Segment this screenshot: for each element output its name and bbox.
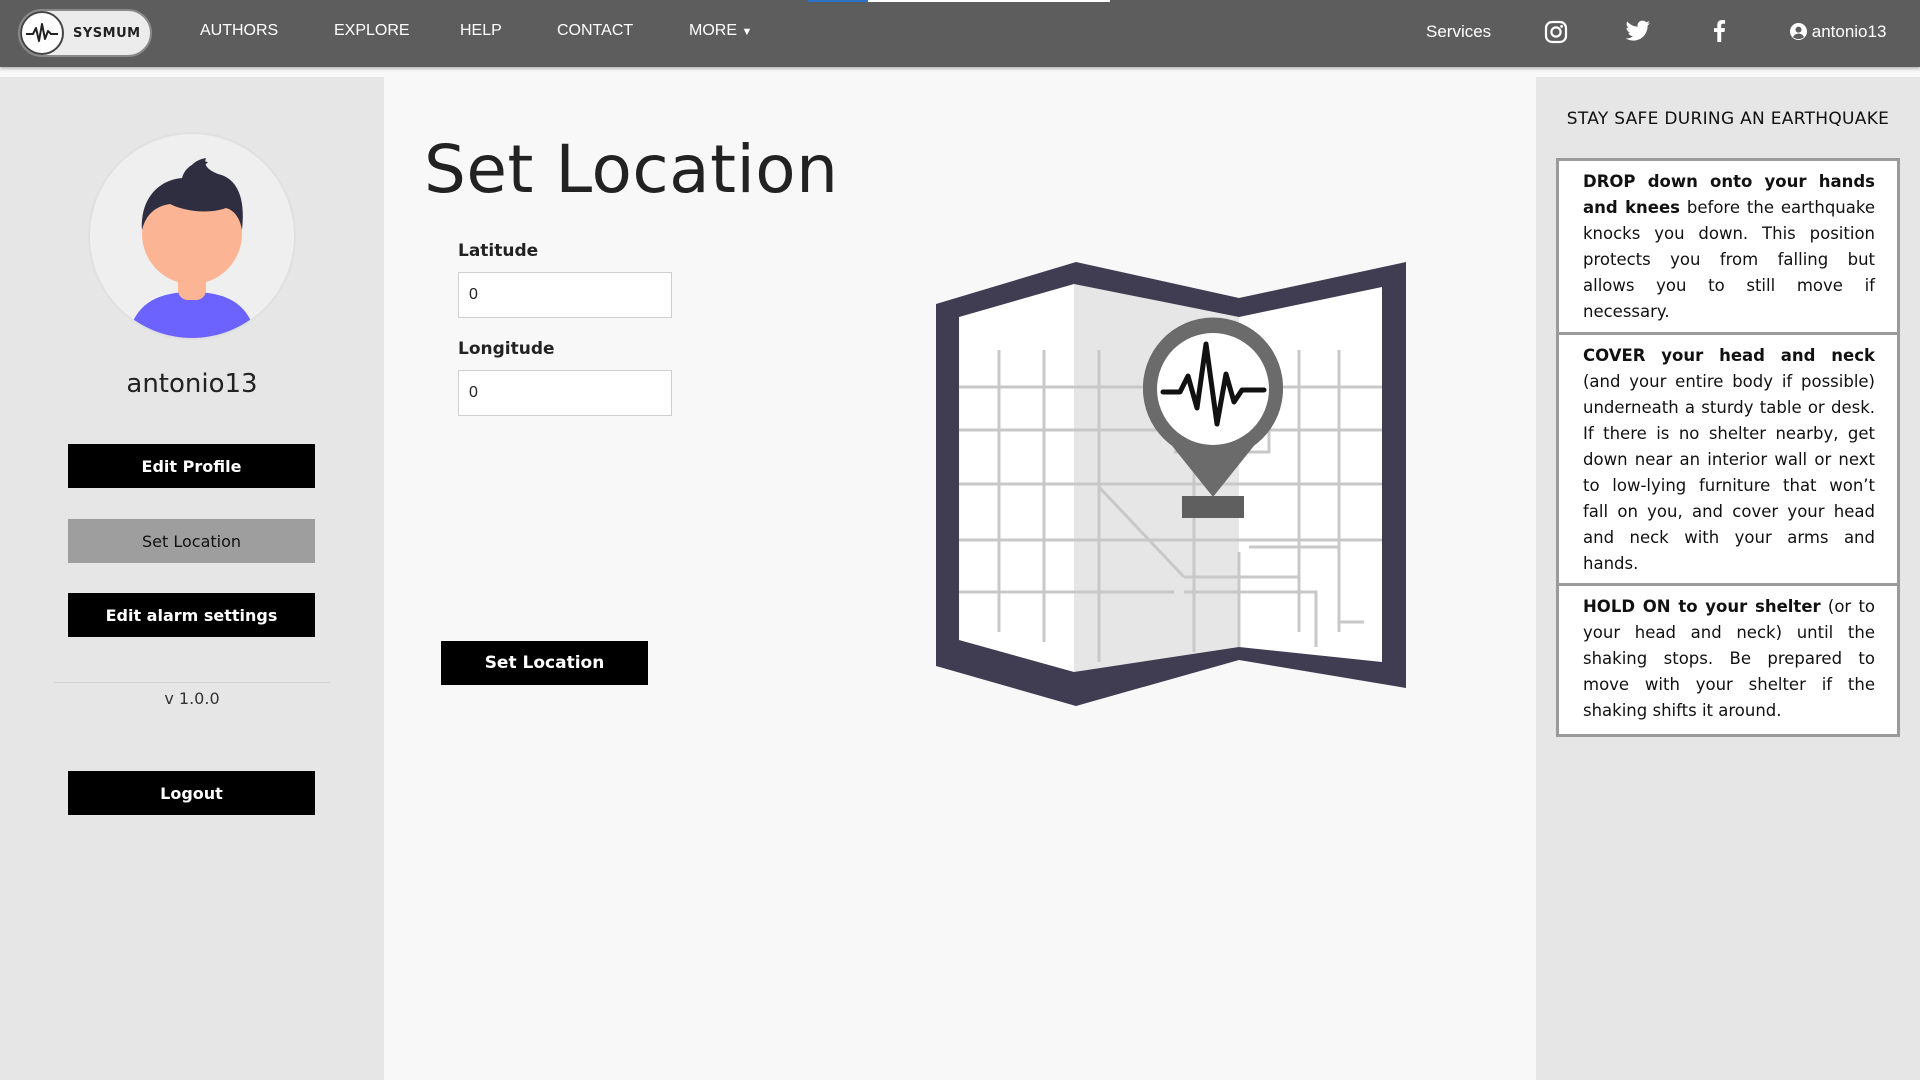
- edit-alarm-settings-button[interactable]: Edit alarm settings: [68, 593, 315, 637]
- map-location-illustration: [934, 262, 1414, 726]
- divider: [54, 682, 330, 683]
- profile-username: antonio13: [126, 369, 258, 399]
- page-title: Set Location: [424, 131, 839, 208]
- logo[interactable]: SYSMUM: [18, 9, 152, 57]
- logout-button[interactable]: Logout: [68, 771, 315, 815]
- edit-profile-button[interactable]: Edit Profile: [68, 444, 315, 488]
- tip-card-drop: DROP down onto your hands and knees befo…: [1556, 158, 1900, 338]
- longitude-label: Longitude: [458, 339, 555, 359]
- tip-card-cover: COVER your head and neck (and your entir…: [1556, 332, 1900, 590]
- progress-bar-fill: [808, 0, 868, 2]
- longitude-input[interactable]: [458, 370, 672, 416]
- version-label: v 1.0.0: [164, 689, 220, 708]
- caret-down-icon: ▼: [741, 26, 753, 38]
- tip-card-hold: HOLD ON to your shelter (or to your head…: [1556, 583, 1900, 737]
- nav-link-more[interactable]: MORE ▼: [689, 22, 752, 40]
- instagram-icon[interactable]: [1544, 20, 1568, 48]
- logo-text: SYSMUM: [73, 25, 141, 41]
- main-content: Set Location Latitude Longitude Set Loca…: [384, 77, 1536, 1080]
- nav-link-contact[interactable]: CONTACT: [557, 22, 633, 40]
- safety-tips-sidebar: STAY SAFE DURING AN EARTHQUAKE DROP down…: [1536, 77, 1920, 1080]
- avatar: [88, 132, 296, 340]
- profile-sidebar: antonio13 Edit Profile Set Location Edit…: [0, 77, 384, 1080]
- user-menu-label: antonio13: [1811, 22, 1887, 41]
- facebook-icon[interactable]: [1712, 20, 1726, 46]
- user-circle-icon: [1790, 23, 1807, 40]
- user-menu[interactable]: antonio13: [1790, 22, 1886, 42]
- seismograph-icon: [20, 11, 64, 55]
- latitude-label: Latitude: [458, 241, 539, 261]
- tip-cover-text: (and your entire body if possible) under…: [1583, 372, 1875, 573]
- twitter-icon[interactable]: [1625, 20, 1651, 46]
- top-navbar: SYSMUM AUTHORS EXPLORE HELP CONTACT MORE…: [0, 0, 1920, 67]
- nav-link-explore[interactable]: EXPLORE: [334, 22, 410, 40]
- tip-hold-heading: HOLD ON to your shelter: [1583, 597, 1821, 616]
- nav-link-help[interactable]: HELP: [460, 22, 502, 40]
- nav-link-authors[interactable]: AUTHORS: [200, 22, 278, 40]
- latitude-input[interactable]: [458, 272, 672, 318]
- set-location-nav-button[interactable]: Set Location: [68, 519, 315, 563]
- services-link[interactable]: Services: [1426, 22, 1491, 42]
- tips-title: STAY SAFE DURING AN EARTHQUAKE: [1566, 109, 1890, 129]
- set-location-submit-button[interactable]: Set Location: [441, 641, 648, 685]
- nav-link-more-label: MORE: [689, 22, 737, 39]
- tip-cover-heading: COVER your head and neck: [1583, 346, 1875, 365]
